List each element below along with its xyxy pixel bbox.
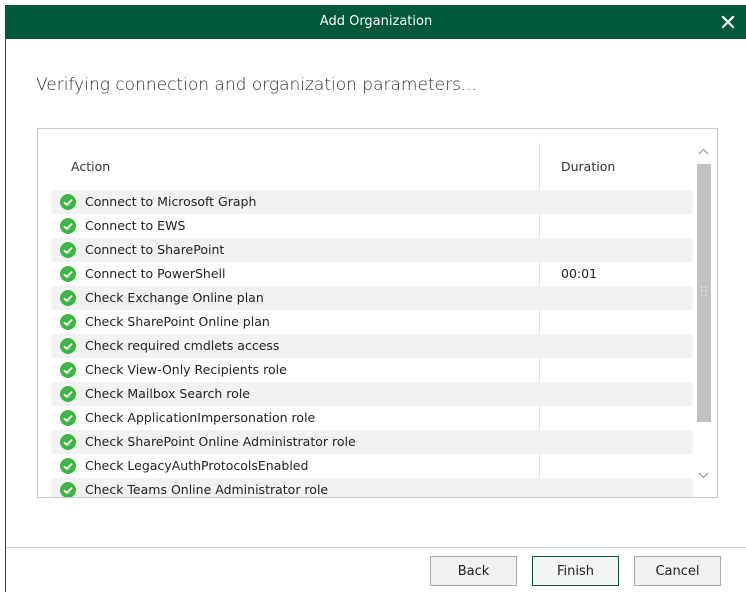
success-check-icon [60, 266, 76, 282]
table-row[interactable]: Check View-Only Recipients role [51, 358, 693, 382]
actions-list: Connect to Microsoft Graph Connect to EWS… [51, 190, 693, 497]
table-row[interactable]: Check ApplicationImpersonation role [51, 406, 693, 430]
success-check-icon [60, 194, 76, 210]
table-row[interactable]: Check SharePoint Online plan [51, 310, 693, 334]
action-label: Check LegacyAuthProtocolsEnabled [85, 458, 309, 473]
action-label: Check SharePoint Online plan [85, 314, 270, 329]
chevron-down-icon [698, 472, 709, 479]
success-check-icon [60, 458, 76, 474]
success-check-icon [60, 362, 76, 378]
action-label: Connect to PowerShell [85, 266, 226, 281]
table-row[interactable]: Connect to EWS [51, 214, 693, 238]
close-icon [721, 15, 735, 29]
cancel-button[interactable]: Cancel [634, 556, 721, 586]
duration-value: 00:01 [561, 266, 598, 281]
table-row[interactable]: Check required cmdlets access [51, 334, 693, 358]
action-label: Check required cmdlets access [85, 338, 280, 353]
success-check-icon [60, 410, 76, 426]
table-row[interactable]: Check Exchange Online plan [51, 286, 693, 310]
close-button[interactable] [716, 10, 740, 34]
scroll-down-button[interactable] [694, 466, 713, 484]
scroll-up-button[interactable] [694, 143, 713, 161]
action-label: Check Mailbox Search role [85, 386, 250, 401]
action-label: Connect to SharePoint [85, 242, 225, 257]
action-label: Check Teams Online Administrator role [85, 482, 329, 497]
table-row[interactable]: Connect to PowerShell 00:01 [51, 262, 693, 286]
grip-icon [701, 286, 707, 296]
success-check-icon [60, 290, 76, 306]
footer-divider [6, 547, 746, 548]
chevron-up-icon [698, 148, 709, 155]
table-row[interactable]: Check LegacyAuthProtocolsEnabled [51, 454, 693, 478]
column-header-action[interactable]: Action [71, 159, 110, 174]
action-label: Connect to EWS [85, 218, 186, 233]
success-check-icon [60, 314, 76, 330]
success-check-icon [60, 338, 76, 354]
table-row[interactable]: Connect to Microsoft Graph [51, 190, 693, 214]
add-organization-dialog: Add Organization Verifying connection an… [5, 5, 746, 592]
back-button[interactable]: Back [430, 556, 517, 586]
vertical-scrollbar[interactable] [694, 143, 713, 484]
page-heading: Verifying connection and organization pa… [36, 75, 478, 95]
action-label: Check SharePoint Online Administrator ro… [85, 434, 356, 449]
action-label: Check View-Only Recipients role [85, 362, 287, 377]
title-bar: Add Organization [6, 5, 746, 39]
success-check-icon [60, 242, 76, 258]
table-row[interactable]: Check Teams Online Administrator role [51, 478, 693, 497]
table-row[interactable]: Check SharePoint Online Administrator ro… [51, 430, 693, 454]
dialog-title: Add Organization [319, 14, 433, 29]
success-check-icon [60, 434, 76, 450]
action-label: Check Exchange Online plan [85, 290, 264, 305]
table-row[interactable]: Connect to SharePoint [51, 238, 693, 262]
success-check-icon [60, 482, 76, 497]
finish-button[interactable]: Finish [532, 556, 619, 586]
action-label: Check ApplicationImpersonation role [85, 410, 316, 425]
action-label: Connect to Microsoft Graph [85, 194, 257, 209]
scrollbar-thumb[interactable] [697, 164, 711, 422]
success-check-icon [60, 218, 76, 234]
actions-grid[interactable]: Action Duration Connect to Microsoft Gra… [37, 128, 718, 498]
table-row[interactable]: Check Mailbox Search role [51, 382, 693, 406]
success-check-icon [60, 386, 76, 402]
column-header-duration[interactable]: Duration [561, 159, 615, 174]
